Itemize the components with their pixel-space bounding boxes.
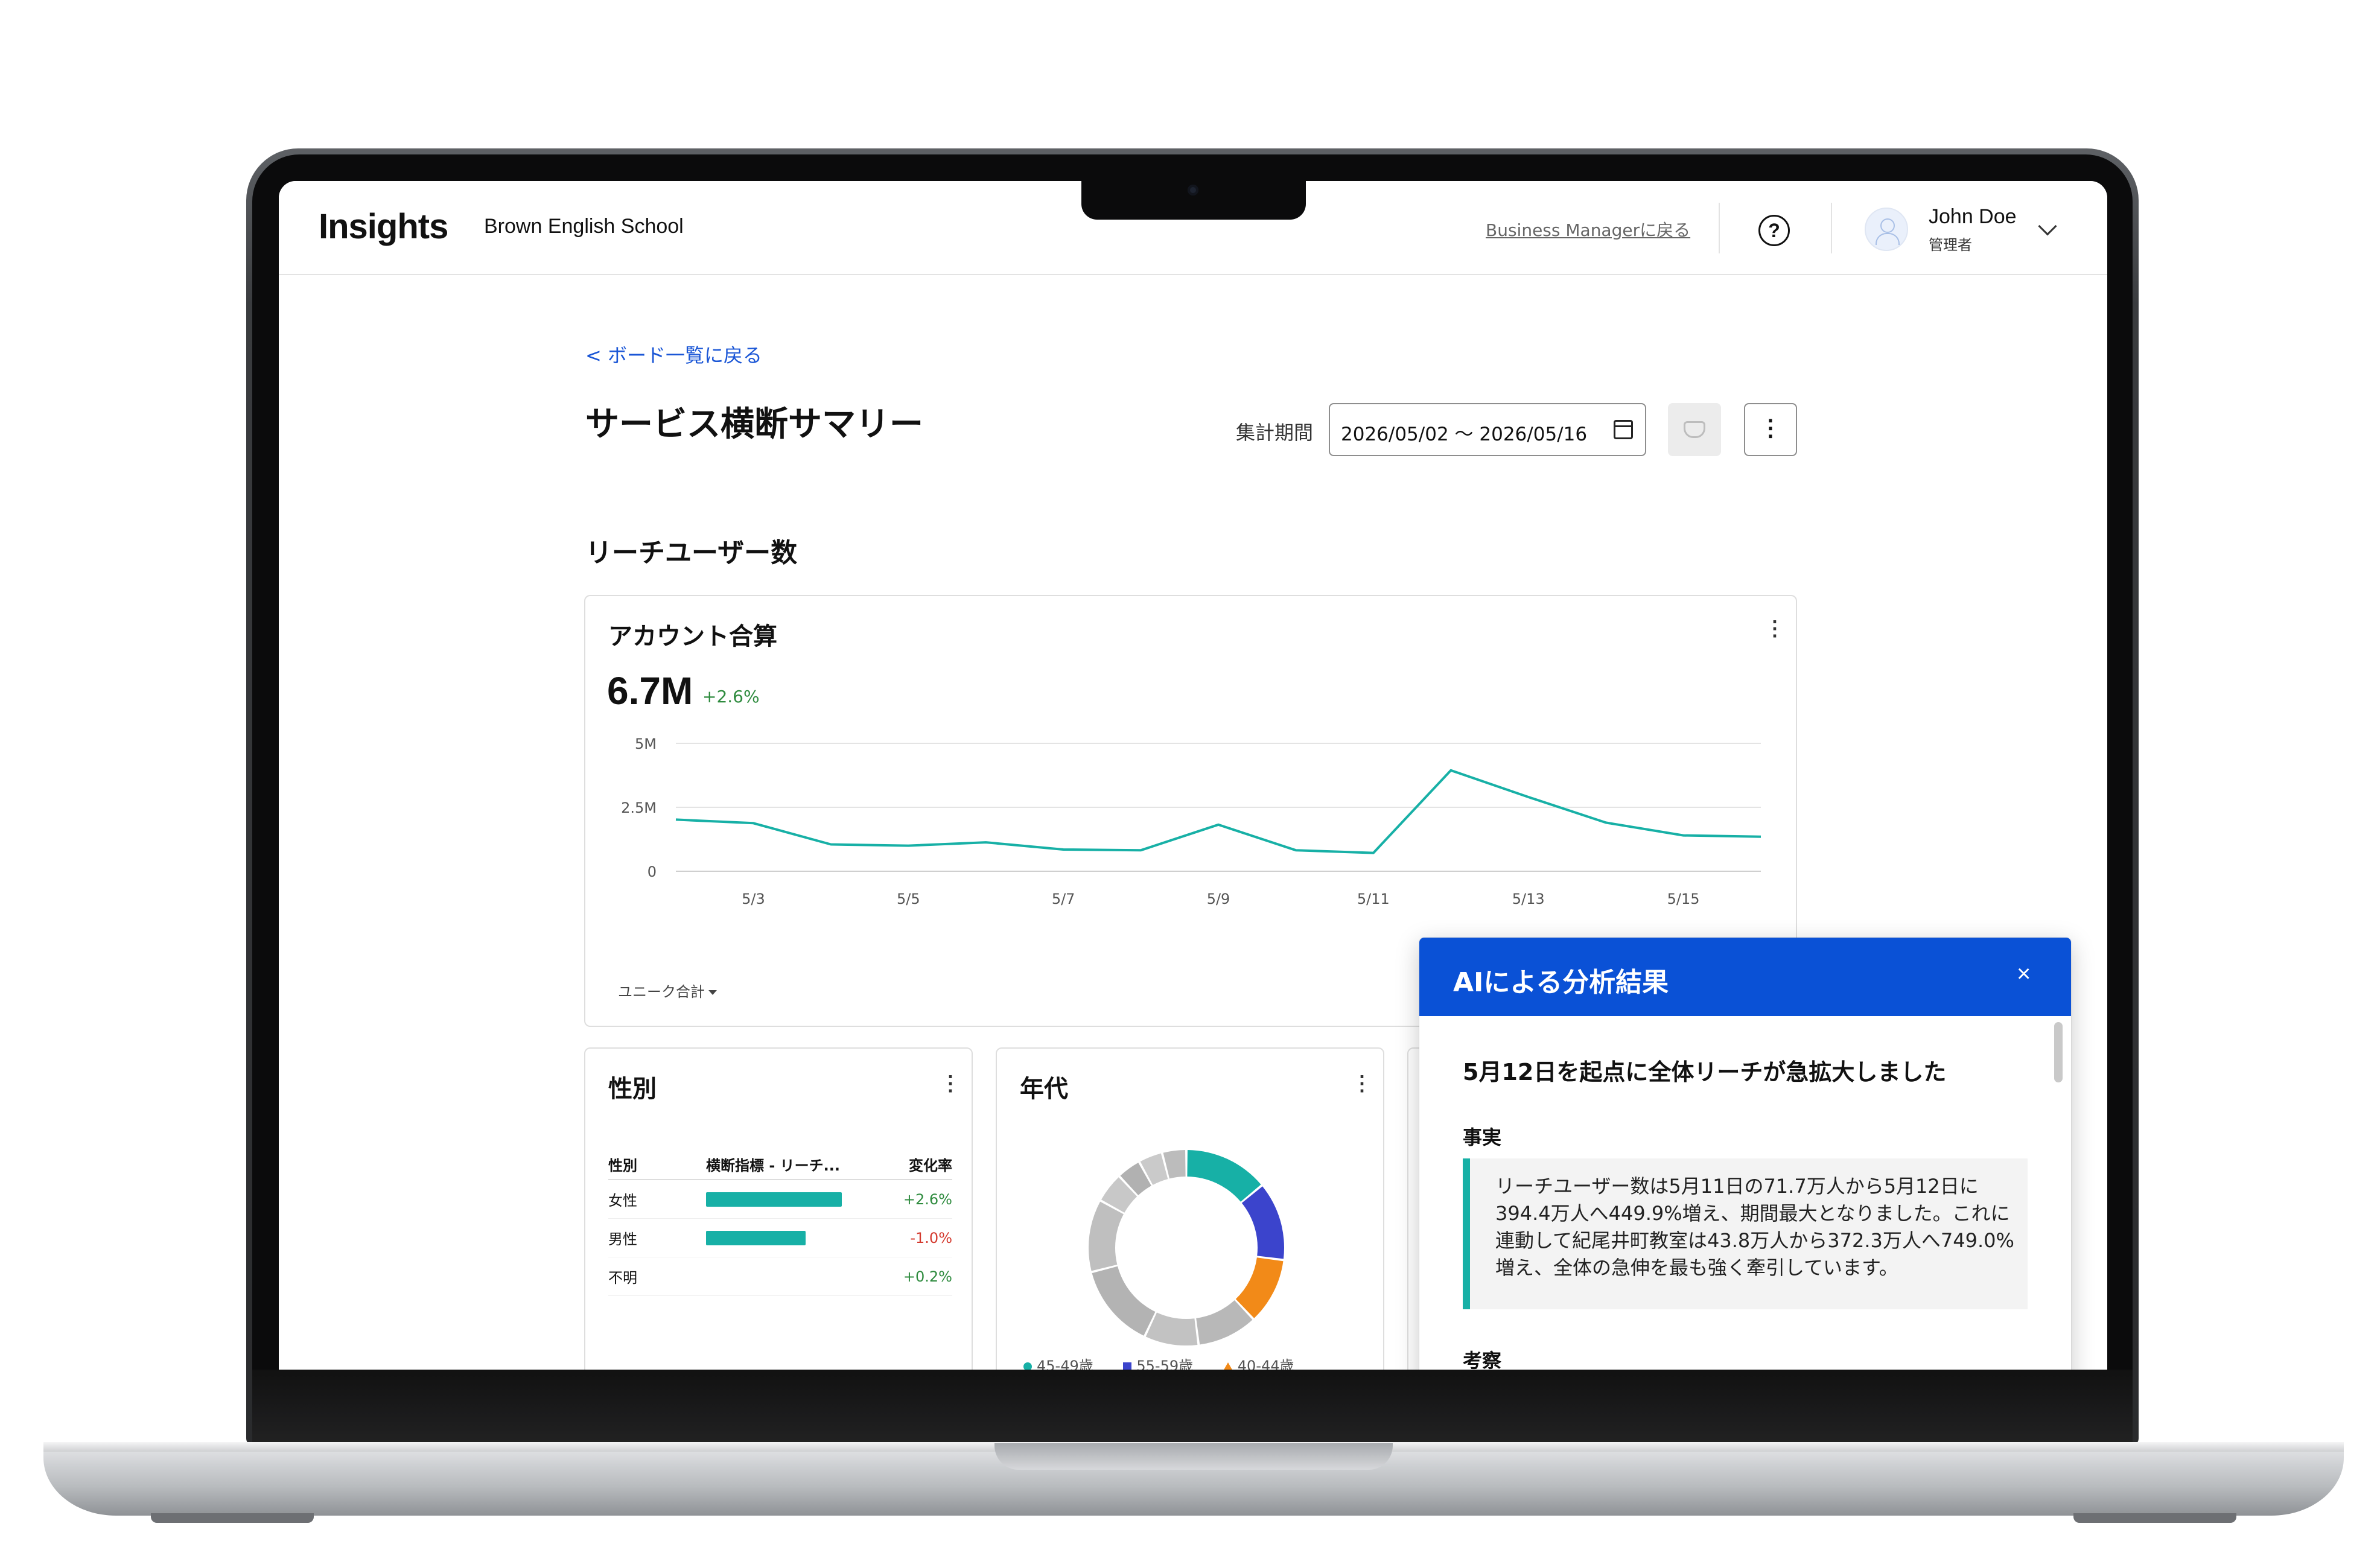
row-bar <box>706 1192 842 1207</box>
donut-slice[interactable] <box>1241 1186 1284 1259</box>
brand-logo[interactable]: Insights <box>319 206 448 247</box>
row-bar-cell <box>706 1192 887 1207</box>
table-row: 男性 -1.0% <box>608 1219 952 1257</box>
ai-panel-title: AIによる分析結果 <box>1453 967 1669 998</box>
calendar-icon <box>1614 420 1633 439</box>
divider <box>1831 203 1832 253</box>
laptop-foot <box>151 1513 314 1523</box>
x-tick-label: 5/11 <box>1357 891 1390 907</box>
metric-dropdown[interactable]: ユニーク合計 <box>618 980 717 1001</box>
x-tick-label: 5/7 <box>1052 891 1075 907</box>
table-row: 不明 +0.2% <box>608 1257 952 1296</box>
y-tick-label: 2.5M <box>621 799 657 816</box>
app-screen: Insights Brown English School Business M… <box>279 181 2107 1370</box>
age-card: 年代 ⋮ 45-49歳 55-59歳 40-44歳 <box>996 1047 1384 1370</box>
chevron-down-icon[interactable] <box>2038 217 2057 236</box>
card-menu-icon[interactable]: ⋮ <box>1352 1072 1372 1096</box>
dropdown-label: ユニーク合計 <box>618 983 705 1000</box>
laptop-chin <box>252 1370 2133 1446</box>
ai-panel-header: AIによる分析結果 × <box>1419 938 2071 1016</box>
badge-icon <box>1684 421 1705 438</box>
caret-down-icon <box>708 990 717 995</box>
row-change: +2.6% <box>903 1190 952 1208</box>
legend-triangle-icon <box>1223 1362 1233 1370</box>
row-change: -1.0% <box>910 1229 952 1247</box>
section-title: リーチユーザー数 <box>585 538 798 568</box>
legend-square-icon <box>1123 1362 1132 1370</box>
x-tick-label: 5/13 <box>1512 891 1545 907</box>
card-title: 年代 <box>1020 1075 1068 1103</box>
card-title: 性別 <box>608 1075 657 1103</box>
laptop-mockup: Insights Brown English School Business M… <box>0 0 2380 1547</box>
column-header[interactable]: 変化率 <box>887 1154 952 1175</box>
fact-text: リーチユーザー数は5月11日の71.7万人から5月12日に394.4万人へ449… <box>1495 1175 2014 1279</box>
fact-quote: リーチユーザー数は5月11日の71.7万人から5月12日に394.4万人へ449… <box>1463 1158 2028 1309</box>
reach-line-chart: 5M 2.5M 0 5/3 5/5 5/7 5/9 5/11 5/13 5/15 <box>621 735 1761 907</box>
x-tick-label: 5/9 <box>1207 891 1230 907</box>
ai-panel-body: 5月12日を起点に全体リーチが急拡大しました 事実 リーチユーザー数は5月11日… <box>1419 1016 2071 1370</box>
row-label: 男性 <box>608 1231 637 1248</box>
legend-item[interactable]: 55-59歳 <box>1123 1358 1193 1370</box>
donut-slice[interactable] <box>1145 1312 1198 1345</box>
metric-value: 6.7M <box>607 669 693 713</box>
date-range-picker[interactable]: 2026/05/02 〜 2026/05/16 <box>1329 403 1646 456</box>
card-title: アカウント合算 <box>608 623 777 650</box>
fact-heading: 事実 <box>1463 1126 1502 1149</box>
page-title: サービス横断サマリー <box>585 405 923 444</box>
legend-label: 45-49歳 <box>1037 1358 1093 1370</box>
donut-slice[interactable] <box>1235 1257 1284 1318</box>
back-to-business-manager-link[interactable]: Business Managerに戻る <box>1486 217 1690 241</box>
table-header: 性別 横断指標 - リーチ... 変化率 <box>608 1149 952 1180</box>
gender-table: 性別 横断指標 - リーチ... 変化率 女性 +2.6% 男性 -1.0% 不… <box>608 1149 952 1296</box>
gender-card: 性別 ⋮ 性別 横断指標 - リーチ... 変化率 女性 +2.6% 男性 -1… <box>584 1047 973 1370</box>
donut-slice[interactable] <box>1187 1150 1261 1202</box>
row-label: 不明 <box>608 1269 637 1286</box>
legend-item[interactable]: 40-44歳 <box>1223 1358 1294 1370</box>
column-header[interactable]: 横断指標 - リーチ... <box>706 1154 887 1175</box>
legend-label: 55-59歳 <box>1136 1358 1194 1370</box>
row-bar-cell <box>706 1230 887 1245</box>
camera-icon <box>1188 185 1198 195</box>
x-tick-label: 5/15 <box>1667 891 1700 907</box>
chart-legend: 45-49歳 55-59歳 40-44歳 <box>1023 1354 1320 1370</box>
y-tick-label: 0 <box>648 863 657 880</box>
user-name[interactable]: John Doe <box>1929 205 2017 229</box>
x-tick-label: 5/3 <box>742 891 765 907</box>
divider <box>1719 203 1720 253</box>
ai-analysis-panel: AIによる分析結果 × 5月12日を起点に全体リーチが急拡大しました 事実 リー… <box>1419 938 2071 1370</box>
back-to-boards-link[interactable]: < ボード一覧に戻る <box>585 340 762 368</box>
close-icon[interactable]: × <box>2017 961 2031 988</box>
row-change: +0.2% <box>903 1268 952 1285</box>
series-line <box>675 769 1761 854</box>
age-donut-chart <box>1089 1150 1284 1345</box>
row-label: 女性 <box>608 1192 637 1209</box>
ai-headline: 5月12日を起点に全体リーチが急拡大しました <box>1463 1059 1947 1085</box>
card-menu-icon[interactable]: ⋮ <box>940 1072 961 1096</box>
more-options-button[interactable]: ⋮ <box>1744 403 1797 456</box>
laptop-foot <box>2073 1513 2236 1523</box>
donut-slice[interactable] <box>1089 1201 1124 1271</box>
y-tick-label: 5M <box>635 735 657 752</box>
avatar[interactable] <box>1865 208 1908 251</box>
card-menu-icon[interactable]: ⋮ <box>1764 617 1785 641</box>
row-bar <box>706 1230 806 1245</box>
legend-label: 40-44歳 <box>1237 1358 1294 1370</box>
legend-dot-icon <box>1023 1362 1032 1370</box>
table-row: 女性 +2.6% <box>608 1180 952 1219</box>
insight-heading: 考察 <box>1463 1349 1502 1370</box>
help-icon[interactable]: ? <box>1758 215 1790 246</box>
save-board-button[interactable] <box>1668 403 1721 456</box>
period-label: 集計期間 <box>1236 421 1314 444</box>
metric-delta: +2.6% <box>702 687 760 707</box>
column-header[interactable]: 性別 <box>608 1154 706 1175</box>
user-role: 管理者 <box>1929 237 1972 253</box>
legend-item[interactable]: 45-49歳 <box>1023 1358 1093 1370</box>
laptop-opening-groove <box>994 1443 1393 1470</box>
org-name: Brown English School <box>484 215 684 238</box>
donut-slice[interactable] <box>1092 1266 1156 1336</box>
date-range-value: 2026/05/02 〜 2026/05/16 <box>1341 424 1588 445</box>
x-tick-label: 5/5 <box>897 891 920 907</box>
scrollbar[interactable] <box>2054 1022 2063 1082</box>
